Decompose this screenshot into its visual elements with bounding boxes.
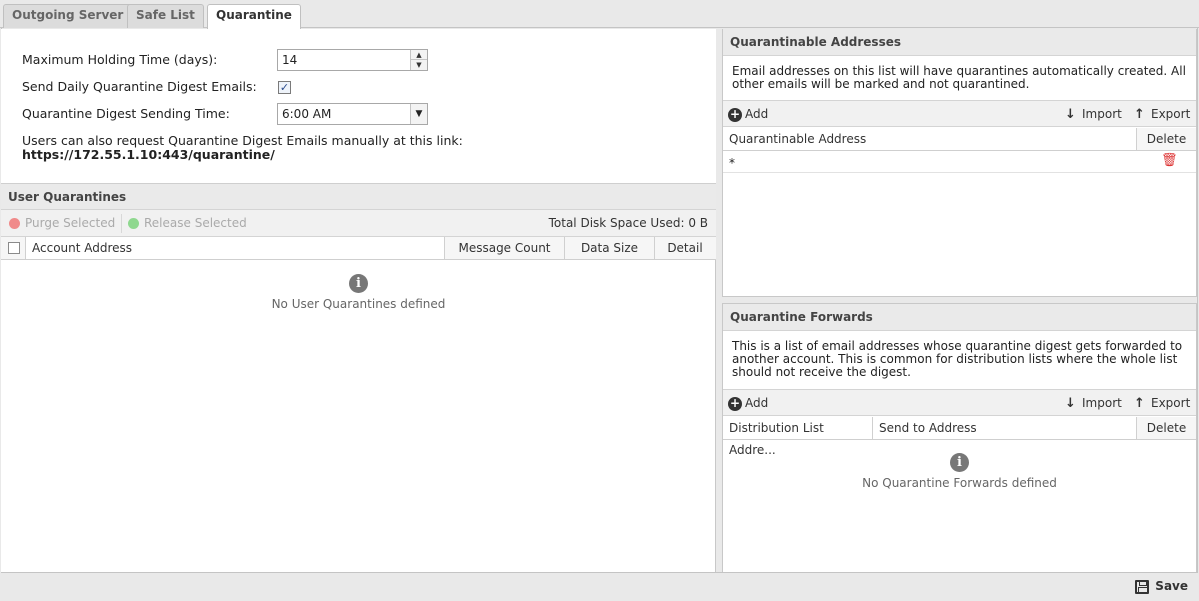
- col-data-size[interactable]: Data Size: [565, 237, 655, 259]
- quarantine-forwards-panel: Quarantine Forwards This is a list of em…: [722, 303, 1197, 572]
- manual-digest-note: Users can also request Quarantine Digest…: [22, 134, 463, 162]
- chevron-down-icon[interactable]: ▼: [410, 104, 427, 124]
- quarantinable-add-button[interactable]: + Add: [723, 105, 774, 124]
- select-all-cell: [1, 237, 26, 259]
- quarantinable-addresses-panel: Quarantinable Addresses Email addresses …: [722, 29, 1197, 297]
- col-delete[interactable]: Delete: [1137, 417, 1196, 439]
- release-icon: [128, 218, 139, 229]
- save-button[interactable]: Save: [1135, 579, 1188, 594]
- digest-emails-label: Send Daily Quarantine Digest Emails:: [22, 79, 257, 94]
- tab-outgoing-server[interactable]: Outgoing Server: [3, 4, 133, 28]
- forwards-empty-text: No Quarantine Forwards defined: [862, 476, 1057, 490]
- tab-quarantine[interactable]: Quarantine: [207, 4, 301, 29]
- user-quarantines-toolbar: Purge Selected Release Selected Total Di…: [1, 210, 716, 237]
- holding-time-label: Maximum Holding Time (days):: [22, 52, 218, 67]
- col-delete[interactable]: Delete: [1137, 128, 1196, 150]
- purge-icon: [9, 218, 20, 229]
- col-distribution-list-address[interactable]: Distribution List Addre...: [723, 417, 873, 457]
- info-icon: i: [349, 274, 368, 293]
- spinner-up-icon[interactable]: ▲: [411, 50, 427, 60]
- quarantinable-import-label: Import: [1082, 107, 1122, 121]
- digest-time-value: 6:00 AM: [282, 107, 332, 121]
- forwards-empty: i No Quarantine Forwards defined: [723, 453, 1196, 490]
- forwards-add-label: Add: [745, 396, 769, 410]
- digest-time-label: Quarantine Digest Sending Time:: [22, 106, 230, 121]
- quarantine-settings: Maximum Holding Time (days): 14 ▲ ▼ Send…: [1, 29, 716, 184]
- table-row[interactable]: * 🗑: [723, 151, 1196, 173]
- forwards-toolbar: + Add ↓ Import ↑ Export: [723, 389, 1196, 416]
- user-quarantines-title: User Quarantines: [1, 183, 716, 210]
- tab-bar: Outgoing Server Safe List Quarantine: [0, 0, 1199, 29]
- forwards-description: This is a list of email addresses whose …: [732, 340, 1182, 379]
- manual-digest-link[interactable]: https://172.55.1.10:443/quarantine/: [22, 148, 463, 162]
- plus-circle-icon: +: [728, 396, 742, 411]
- quarantinable-address-cell: *: [729, 156, 735, 170]
- holding-time-spinner[interactable]: ▲ ▼: [410, 50, 427, 70]
- col-detail[interactable]: Detail: [655, 237, 715, 259]
- footer-bar: Save: [1, 572, 1198, 600]
- left-pane: Maximum Holding Time (days): 14 ▲ ▼ Send…: [1, 29, 716, 572]
- digest-time-select[interactable]: 6:00 AM ▼: [277, 103, 428, 125]
- release-selected-label: Release Selected: [144, 216, 247, 230]
- purge-selected-button[interactable]: Purge Selected: [3, 214, 123, 233]
- plus-circle-icon: +: [728, 107, 742, 122]
- arrow-up-icon: ↑: [1134, 107, 1145, 122]
- quarantinable-description: Email addresses on this list will have q…: [732, 65, 1186, 91]
- arrow-down-icon: ↓: [1065, 107, 1076, 122]
- save-label: Save: [1155, 579, 1188, 593]
- user-quarantines-header: Account Address Message Count Data Size …: [1, 237, 716, 260]
- forwards-add-button[interactable]: + Add: [723, 394, 774, 413]
- forwards-header: Distribution List Addre... Send to Addre…: [723, 417, 1196, 457]
- quarantinable-header: Quarantinable Address Delete: [723, 128, 1196, 151]
- quarantinable-export-button[interactable]: ↑ Export: [1129, 105, 1196, 124]
- user-quarantines-empty-text: No User Quarantines defined: [271, 297, 446, 311]
- quarantine-forwards-title: Quarantine Forwards: [723, 304, 1196, 331]
- arrow-up-icon: ↑: [1134, 396, 1145, 411]
- quarantinable-export-label: Export: [1151, 107, 1191, 121]
- floppy-disk-icon: [1135, 580, 1150, 594]
- col-send-to-address[interactable]: Send to Address: [873, 417, 1137, 439]
- purge-selected-label: Purge Selected: [25, 216, 116, 230]
- forwards-export-button[interactable]: ↑ Export: [1129, 394, 1196, 413]
- quarantinable-import-button[interactable]: ↓ Import: [1060, 105, 1128, 124]
- user-quarantines-empty: i No User Quarantines defined: [1, 274, 716, 311]
- forwards-import-label: Import: [1082, 396, 1122, 410]
- holding-time-input[interactable]: 14 ▲ ▼: [277, 49, 428, 71]
- manual-digest-text: Users can also request Quarantine Digest…: [22, 133, 463, 148]
- arrow-down-icon: ↓: [1065, 396, 1076, 411]
- holding-time-value: 14: [282, 53, 298, 67]
- quarantinable-toolbar: + Add ↓ Import ↑ Export: [723, 100, 1196, 127]
- spinner-down-icon[interactable]: ▼: [411, 60, 427, 70]
- forwards-export-label: Export: [1151, 396, 1191, 410]
- info-icon: i: [950, 453, 969, 472]
- trash-icon[interactable]: 🗑: [1161, 153, 1178, 168]
- forwards-import-button[interactable]: ↓ Import: [1060, 394, 1128, 413]
- forwards-description-line3: should not receive the digest.: [732, 365, 911, 379]
- release-selected-button[interactable]: Release Selected: [122, 214, 253, 233]
- disk-space-used: Total Disk Space Used: 0 B: [548, 216, 708, 230]
- quarantinable-add-label: Add: [745, 107, 769, 121]
- col-account-address[interactable]: Account Address: [26, 237, 445, 259]
- tab-safe-list[interactable]: Safe List: [127, 4, 204, 28]
- quarantinable-description-line2: other emails will be marked and not quar…: [732, 77, 1030, 91]
- col-message-count[interactable]: Message Count: [445, 237, 565, 259]
- col-quarantinable-address[interactable]: Quarantinable Address: [723, 128, 1137, 150]
- quarantinable-addresses-title: Quarantinable Addresses: [723, 29, 1196, 56]
- digest-emails-checkbox[interactable]: ✓: [278, 81, 291, 94]
- select-all-checkbox[interactable]: [8, 242, 20, 254]
